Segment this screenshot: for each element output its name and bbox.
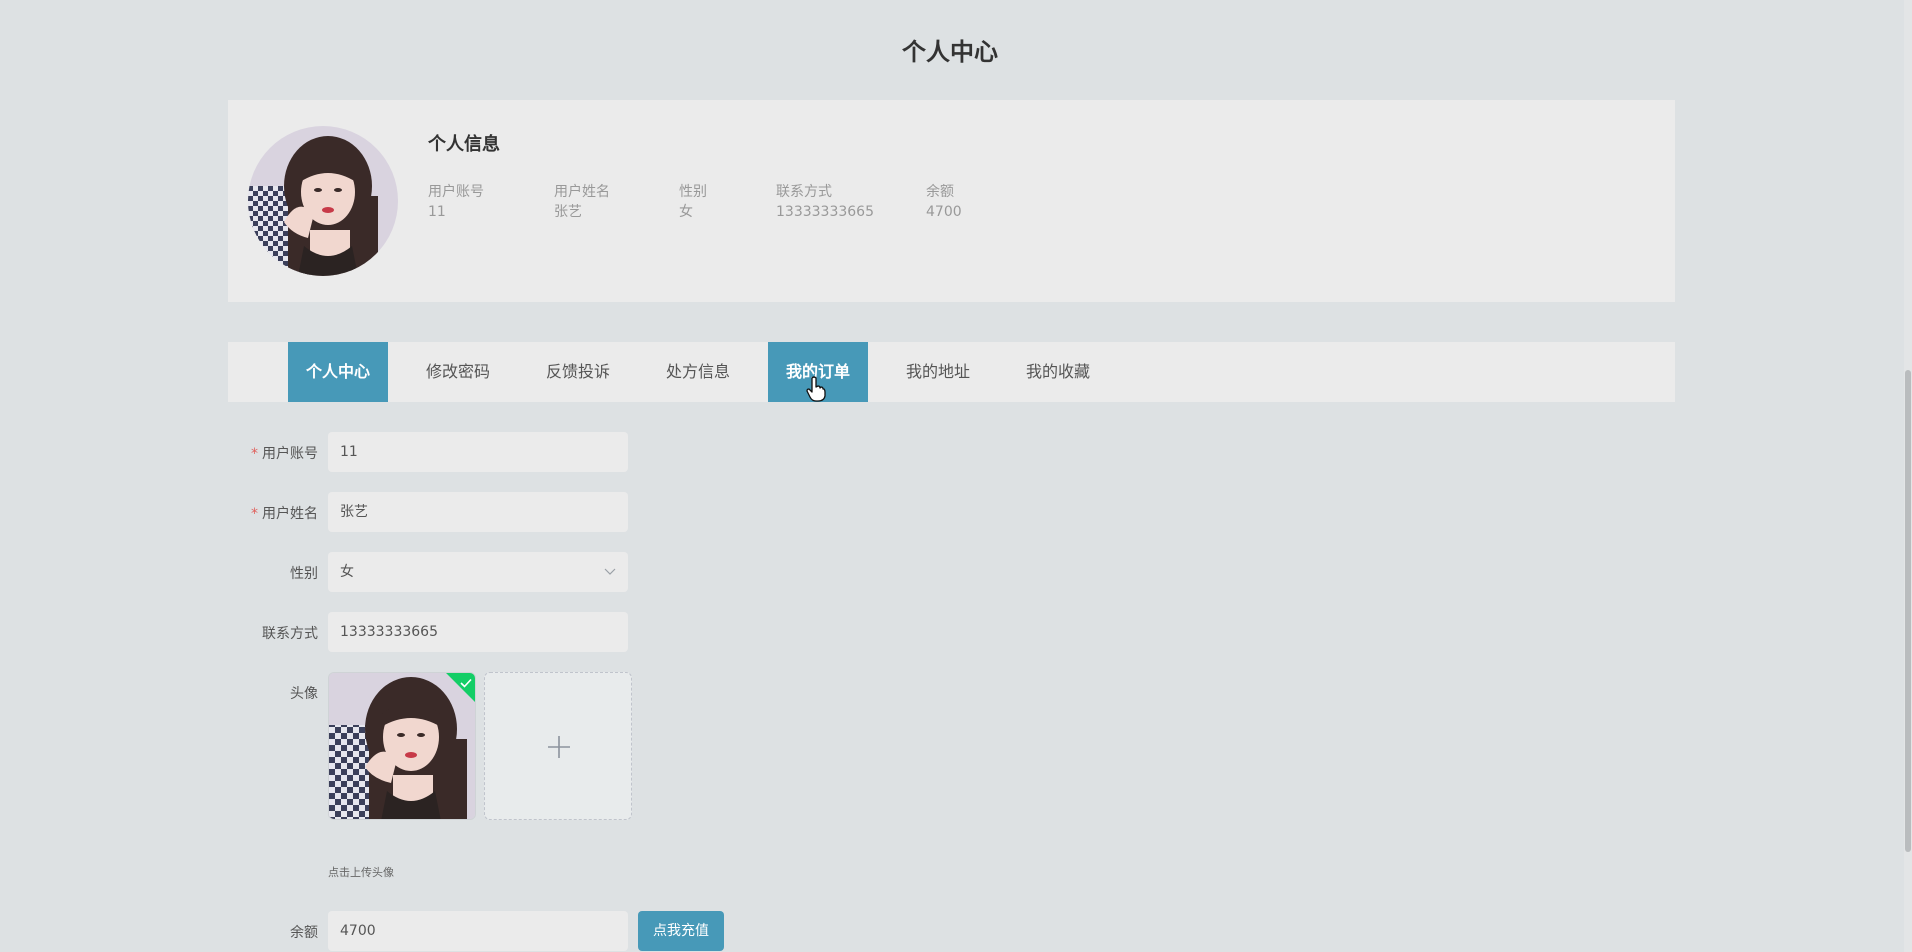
page-title: 个人中心 [902, 38, 998, 66]
uploaded-avatar-thumbnail[interactable] [328, 672, 476, 820]
name-label: * 用户姓名 [228, 503, 318, 523]
gender-select[interactable]: 女 [328, 552, 628, 592]
tab-prescriptions[interactable]: 处方信息 [648, 342, 748, 402]
upload-tip: 点击上传头像 [328, 866, 394, 879]
check-icon [459, 675, 473, 689]
profile-field-name: 用户姓名 张艺 [554, 182, 610, 222]
profile-field-value: 张艺 [554, 204, 582, 220]
profile-field-value: 女 [679, 204, 693, 220]
account-input[interactable]: 11 [328, 432, 628, 472]
tab-personal-center[interactable]: 个人中心 [288, 342, 388, 402]
profile-field-label: 用户姓名 [554, 184, 610, 200]
hand-pointer-icon [806, 376, 826, 402]
profile-field-label: 余额 [926, 184, 954, 200]
plus-icon [546, 734, 572, 760]
balance-input[interactable]: 4700 [328, 911, 628, 951]
account-label-text: 用户账号 [262, 446, 318, 462]
profile-field-value: 4700 [926, 204, 962, 220]
phone-input[interactable]: 13333333665 [328, 612, 628, 652]
required-mark: * [251, 506, 258, 522]
tab-my-favorites[interactable]: 我的收藏 [1008, 342, 1108, 402]
scrollbar[interactable] [1904, 0, 1912, 952]
tabs-bar: 个人中心 修改密码 反馈投诉 处方信息 我的订单 我的地址 我的收藏 [228, 342, 1675, 402]
tab-feedback[interactable]: 反馈投诉 [528, 342, 628, 402]
tab-my-address[interactable]: 我的地址 [888, 342, 988, 402]
profile-field-account: 用户账号 11 [428, 182, 484, 222]
name-label-text: 用户姓名 [262, 506, 318, 522]
gender-label: 性别 [290, 566, 318, 582]
avatar-label: 头像 [290, 686, 318, 702]
account-label: * 用户账号 [228, 443, 318, 463]
name-input[interactable]: 张艺 [328, 492, 628, 532]
profile-field-value: 13333333665 [776, 204, 874, 220]
required-mark: * [251, 446, 258, 462]
profile-field-label: 联系方式 [776, 184, 832, 200]
profile-field-phone: 联系方式 13333333665 [776, 182, 874, 222]
profile-field-value: 11 [428, 204, 446, 220]
balance-label: 余额 [290, 925, 318, 941]
avatar [248, 126, 398, 276]
profile-info-title: 个人信息 [428, 134, 500, 155]
profile-card: 个人信息 用户账号 11 用户姓名 张艺 性别 女 联系方式 133333336… [228, 100, 1675, 302]
profile-field-label: 用户账号 [428, 184, 484, 200]
chevron-down-icon [604, 552, 616, 592]
profile-field-balance: 余额 4700 [926, 182, 962, 222]
scrollbar-thumb[interactable] [1905, 370, 1911, 852]
tab-change-password[interactable]: 修改密码 [408, 342, 508, 402]
phone-label: 联系方式 [262, 626, 318, 642]
recharge-button[interactable]: 点我充值 [638, 911, 724, 951]
profile-field-label: 性别 [679, 184, 707, 200]
gender-select-value: 女 [340, 564, 354, 580]
upload-add-button[interactable] [484, 672, 632, 820]
profile-field-gender: 性别 女 [679, 182, 707, 222]
